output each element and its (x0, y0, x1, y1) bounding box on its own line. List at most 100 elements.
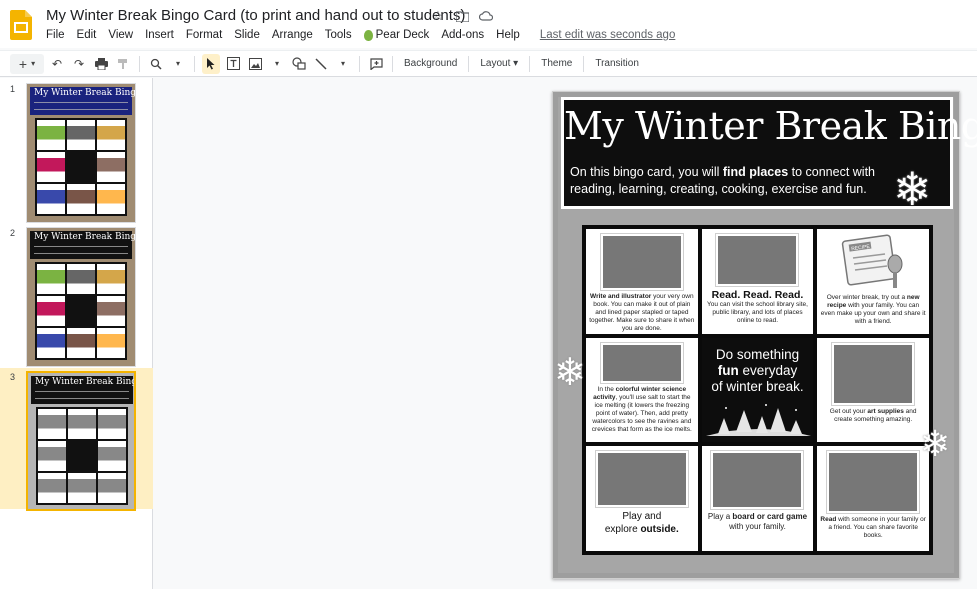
shape-icon[interactable] (290, 54, 308, 74)
line-icon[interactable] (312, 54, 330, 74)
cell-caption: You can visit the school library site, p… (707, 301, 808, 324)
menu-format[interactable]: Format (180, 29, 228, 41)
menu-help[interactable]: Help (490, 29, 526, 41)
menu-pear-deck-label: Pear Deck (375, 29, 430, 41)
thumb-header: My Winter Break Bingo (30, 231, 135, 259)
snowflake-icon: ❄ (554, 352, 586, 394)
layout-button[interactable]: Layout ▾ (474, 58, 524, 69)
family-reading-photo (827, 451, 920, 514)
redo-icon[interactable]: ↷ (70, 54, 88, 74)
ice-salt-photo (600, 342, 683, 383)
current-slide[interactable]: My Winter Break Bingo On this bingo card… (552, 91, 977, 579)
app-header: My Winter Break Bingo Card (to print and… (0, 0, 977, 48)
subtitle-text: On this bingo card, you will (570, 165, 723, 179)
menu-edit[interactable]: Edit (71, 29, 103, 41)
cell-text: Play and explore outside. (604, 511, 679, 536)
layout-label: Layout (480, 58, 511, 69)
thumb-subtitle-lines (34, 102, 128, 110)
pear-icon (363, 29, 373, 41)
board-game-photo (711, 451, 804, 510)
art-supplies-photo (832, 342, 915, 405)
cell-caption: Write and illustrator your very own book… (589, 293, 695, 332)
menu-bar: File Edit View Insert Format Slide Arran… (40, 29, 675, 41)
bingo-cell-free-center[interactable]: Do something fun everyday of winter brea… (701, 337, 814, 443)
cell-caption: Play a board or card game with your fami… (707, 512, 808, 532)
bingo-cell-outside[interactable]: Play and explore outside. (586, 446, 698, 551)
thumb-bingo-grid (35, 118, 127, 216)
slide-title[interactable]: My Winter Break Bingo (564, 104, 977, 148)
menu-pear-deck[interactable]: Pear Deck (358, 29, 436, 41)
background-button[interactable]: Background (398, 58, 463, 69)
image-dropdown-icon[interactable]: ▾ (268, 54, 286, 74)
child-reading-photo (716, 234, 799, 286)
toolbar-divider (529, 55, 531, 72)
cloud-saved-icon[interactable] (478, 8, 494, 24)
slide-number: 2 (10, 228, 16, 238)
select-tool-icon[interactable] (202, 53, 220, 74)
text-box-icon[interactable] (224, 54, 242, 74)
thumb-title: My Winter Break Bingo (35, 377, 136, 387)
last-edit-link[interactable]: Last edit was seconds ago (540, 29, 676, 41)
thumb-header: My Winter Break Bingo (31, 376, 136, 404)
toolbar-divider (583, 55, 585, 72)
add-comment-icon[interactable] (367, 54, 385, 74)
slide-thumbnail-3[interactable]: My Winter Break Bingo (26, 371, 136, 511)
document-title[interactable]: My Winter Break Bingo Card (to print and… (46, 7, 465, 24)
star-icon[interactable]: ☆ (430, 8, 446, 24)
menu-tools[interactable]: Tools (319, 29, 358, 41)
cell-caption: Get out your art supplies and create som… (829, 407, 917, 423)
transition-button[interactable]: Transition (589, 58, 645, 69)
toolbar-divider (359, 55, 360, 72)
bingo-cell-science[interactable]: In the colorful winter science activity,… (586, 337, 698, 443)
menu-view[interactable]: View (102, 29, 139, 41)
thumb-subtitle-lines (35, 391, 129, 399)
line-dropdown-icon[interactable]: ▾ (334, 54, 352, 74)
slide-number: 3 (10, 372, 16, 382)
cell-caption: Over winter break, try out a new recipe … (820, 294, 926, 325)
slide-number: 1 (10, 84, 16, 94)
menu-insert[interactable]: Insert (139, 29, 180, 41)
bingo-cell-read[interactable]: Read. Read. Read. You can visit the scho… (701, 229, 814, 334)
bingo-grid: Write and illustrator your very own book… (582, 225, 933, 555)
zoom-dropdown-icon[interactable]: ▾ (169, 54, 187, 74)
cell-caption: In the colorful winter science activity,… (591, 385, 692, 433)
bingo-cell-art[interactable]: Get out your art supplies and create som… (817, 337, 929, 443)
slide-filmstrip: 1 My Winter Break Bingo 2 My Winter Brea… (0, 78, 153, 589)
slide-subtitle[interactable]: On this bingo card, you will find places… (570, 164, 920, 198)
subtitle-bold: find places (722, 165, 789, 179)
cell-heading: Read. Read. Read. (711, 289, 804, 301)
thumb-title: My Winter Break Bingo (34, 232, 136, 242)
zoom-icon[interactable] (147, 54, 165, 74)
thumb-header: My Winter Break Bingo (30, 87, 135, 115)
new-slide-button[interactable]: + ▾ (10, 53, 44, 74)
menu-add-ons[interactable]: Add-ons (435, 29, 490, 41)
bingo-cell-recipe[interactable]: RECIPE Over winter break, try out a new … (817, 229, 929, 334)
menu-file[interactable]: File (40, 29, 71, 41)
paper-book-photo (600, 234, 683, 290)
toolbar-divider (139, 55, 140, 72)
menu-slide[interactable]: Slide (228, 29, 266, 41)
image-icon[interactable] (246, 54, 264, 74)
center-text: Do something fun everyday of winter brea… (711, 346, 804, 394)
snow-play-photo (595, 451, 688, 508)
slides-logo-icon[interactable] (10, 10, 32, 40)
snowflake-icon: ❄ (893, 163, 932, 215)
move-folder-icon[interactable] (454, 8, 470, 24)
print-icon[interactable] (92, 54, 110, 74)
slide-thumbnail-1[interactable]: My Winter Break Bingo (26, 83, 136, 223)
snowy-trees-icon (705, 404, 811, 437)
bingo-cell-write-book[interactable]: Write and illustrator your very own book… (586, 229, 698, 334)
toolbar-divider (194, 55, 195, 72)
menu-arrange[interactable]: Arrange (266, 29, 319, 41)
undo-icon[interactable]: ↶ (48, 54, 66, 74)
slide-thumbnail-2[interactable]: My Winter Break Bingo (26, 227, 136, 367)
bingo-cell-read-together[interactable]: Read with someone in your family or a fr… (817, 446, 929, 551)
toolbar: + ▾ ↶ ↷ ▾ ▾ ▾ Background Layout ▾ Theme … (0, 50, 977, 77)
theme-button[interactable]: Theme (535, 58, 578, 69)
paint-format-icon[interactable] (114, 54, 132, 74)
thumb-subtitle-lines (34, 246, 128, 254)
snowflake-icon: ❄ (920, 423, 951, 464)
bingo-cell-board-game[interactable]: Play a board or card game with your fami… (701, 446, 814, 551)
toolbar-divider (468, 55, 470, 72)
recipe-card-icon: RECIPE (841, 234, 903, 288)
